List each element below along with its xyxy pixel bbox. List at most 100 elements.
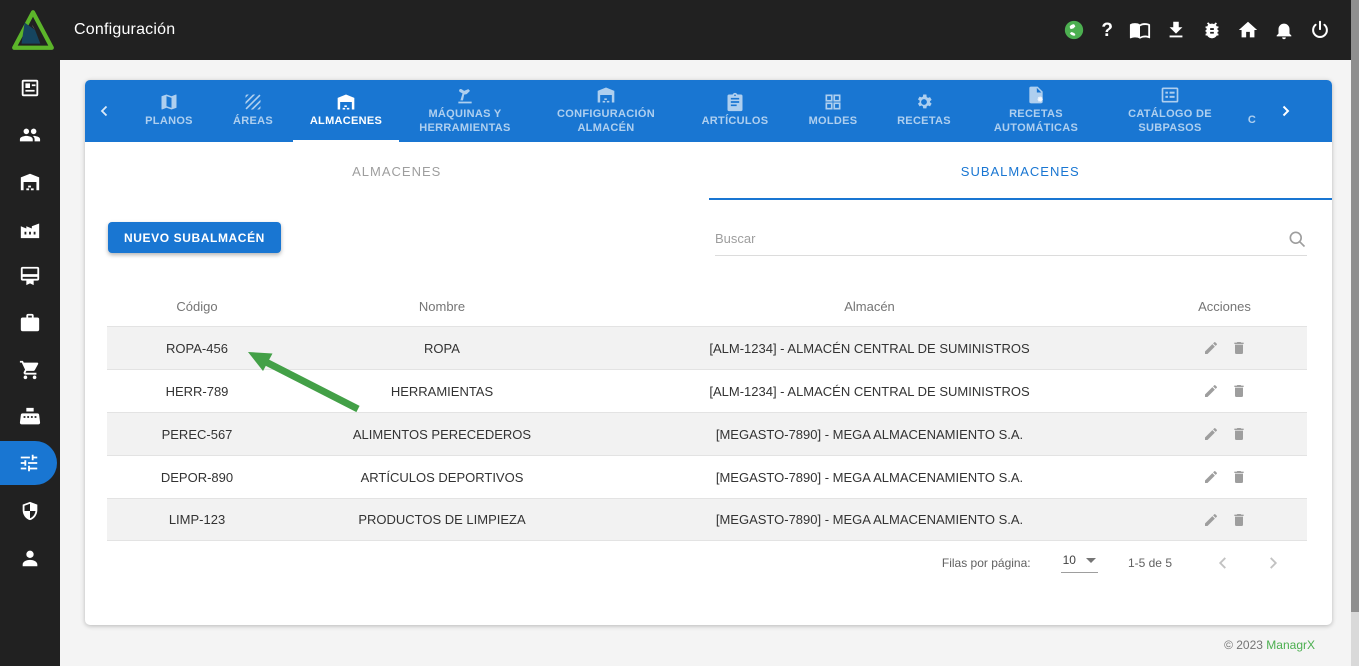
sidebar-item-briefcase[interactable] <box>0 299 60 346</box>
sidebar-item-article[interactable] <box>0 64 60 111</box>
tab-planos[interactable]: PLANOS <box>125 80 213 142</box>
tab-partial[interactable]: C <box>1239 80 1265 142</box>
bug-icon[interactable] <box>1201 19 1223 41</box>
cash-register-icon <box>19 406 41 428</box>
texture-icon <box>243 92 263 112</box>
sidebar-item-profile[interactable] <box>0 534 60 581</box>
list-card-icon <box>1160 85 1180 105</box>
globe-icon[interactable] <box>1063 19 1085 41</box>
chevron-right-icon <box>1262 552 1284 574</box>
chevron-left-icon <box>1212 552 1234 574</box>
home-icon[interactable] <box>1237 19 1259 41</box>
caret-down-icon <box>1086 558 1096 563</box>
tab-catalogo-subpasos[interactable]: CATÁLOGO DE SUBPASOS <box>1101 80 1239 142</box>
cell-almacen: [MEGASTO-7890] - MEGA ALMACENAMIENTO S.A… <box>597 470 1142 485</box>
sidebar-item-cart[interactable] <box>0 346 60 393</box>
tab-maquinas-herramientas[interactable]: MÁQUINAS Y HERRAMIENTAS <box>399 80 531 142</box>
cell-nombre: ALIMENTOS PERECEDEROS <box>287 427 597 442</box>
help-icon[interactable]: ? <box>1099 21 1115 40</box>
tab-moldes[interactable]: MOLDES <box>789 80 877 142</box>
cell-nombre: ROPA <box>287 341 597 356</box>
tab-recetas-automaticas[interactable]: RECETAS AUTOMÁTICAS <box>971 80 1101 142</box>
delete-icon[interactable] <box>1231 512 1247 528</box>
edit-icon[interactable] <box>1203 512 1219 528</box>
person-icon <box>19 547 41 569</box>
notifications-icon[interactable] <box>1273 19 1295 41</box>
sidebar-item-certificate[interactable] <box>0 252 60 299</box>
new-subwarehouse-button[interactable]: NUEVO SUBALMACÉN <box>108 222 281 253</box>
edit-icon[interactable] <box>1203 383 1219 399</box>
tab-almacenes[interactable]: ALMACENES <box>293 80 399 142</box>
sidebar-item-users[interactable] <box>0 111 60 158</box>
edit-icon[interactable] <box>1203 340 1219 356</box>
header-almacen: Almacén <box>597 299 1142 314</box>
briefcase-icon <box>19 312 41 334</box>
search-icon[interactable] <box>1287 229 1307 249</box>
tab-recetas[interactable]: RECETAS <box>877 80 971 142</box>
tab-areas[interactable]: ÁREAS <box>213 80 293 142</box>
pagination-range: 1-5 de 5 <box>1128 556 1172 570</box>
brand-link[interactable]: ManagrX <box>1266 638 1315 652</box>
article-icon <box>19 77 41 99</box>
cell-almacen: [ALM-1234] - ALMACÉN CENTRAL DE SUMINIST… <box>597 384 1142 399</box>
page-title: Configuración <box>74 21 175 39</box>
file-gear-icon <box>1026 85 1046 105</box>
power-icon[interactable] <box>1309 19 1331 41</box>
robot-arm-icon <box>455 85 475 105</box>
sidebar-item-warehouse[interactable] <box>0 158 60 205</box>
scrollbar-thumb[interactable] <box>1351 0 1359 612</box>
delete-icon[interactable] <box>1231 469 1247 485</box>
cell-codigo: LIMP-123 <box>107 512 287 527</box>
edit-icon[interactable] <box>1203 426 1219 442</box>
main-card: PLANOS ÁREAS ALMACENES MÁQUINAS Y HERRAM… <box>85 80 1332 625</box>
users-icon <box>19 124 41 146</box>
sidebar-item-cash-register[interactable] <box>0 393 60 440</box>
edit-icon[interactable] <box>1203 469 1219 485</box>
delete-icon[interactable] <box>1231 340 1247 356</box>
table-row[interactable]: PEREC-567 ALIMENTOS PERECEDEROS [MEGASTO… <box>107 412 1307 455</box>
search-field <box>715 222 1307 256</box>
rows-per-page-label: Filas por página: <box>942 556 1031 570</box>
next-page-button[interactable] <box>1262 552 1284 574</box>
cell-codigo: HERR-789 <box>107 384 287 399</box>
sidebar <box>0 60 60 666</box>
grid-icon <box>823 92 843 112</box>
cell-codigo: DEPOR-890 <box>107 470 287 485</box>
tabs-scroll-left-button[interactable] <box>85 80 125 142</box>
header-acciones: Acciones <box>1142 299 1307 314</box>
sidebar-item-security[interactable] <box>0 487 60 534</box>
table-row[interactable]: LIMP-123 PRODUCTOS DE LIMPIEZA [MEGASTO-… <box>107 498 1307 541</box>
cell-almacen: [MEGASTO-7890] - MEGA ALMACENAMIENTO S.A… <box>597 512 1142 527</box>
rows-per-page-select[interactable]: 10 <box>1061 553 1098 573</box>
warehouse-icon <box>19 171 41 193</box>
app-logo[interactable] <box>10 7 56 53</box>
search-input[interactable] <box>715 231 1287 246</box>
footer: © 2023 ManagrX <box>1224 638 1315 652</box>
delete-icon[interactable] <box>1231 426 1247 442</box>
subtab-subalmacenes[interactable]: SUBALMACENES <box>709 142 1333 200</box>
table-row[interactable]: DEPOR-890 ARTÍCULOS DEPORTIVOS [MEGASTO-… <box>107 455 1307 498</box>
table-row[interactable]: ROPA-456 ROPA [ALM-1234] - ALMACÉN CENTR… <box>107 326 1307 369</box>
top-bar: Configuración ? <box>0 0 1359 60</box>
scrollbar[interactable] <box>1351 0 1359 666</box>
cell-almacen: [ALM-1234] - ALMACÉN CENTRAL DE SUMINIST… <box>597 341 1142 356</box>
book-icon[interactable] <box>1129 19 1151 41</box>
subtab-bar: ALMACENES SUBALMACENES <box>85 142 1332 200</box>
tab-articulos[interactable]: ARTÍCULOS <box>681 80 789 142</box>
sidebar-item-factory[interactable] <box>0 205 60 252</box>
tab-configuracion-almacen[interactable]: CONFIGURACIÓN ALMACÉN <box>531 80 681 142</box>
header-nombre: Nombre <box>287 299 597 314</box>
pagination: Filas por página: 10 1-5 de 5 <box>942 552 1284 574</box>
delete-icon[interactable] <box>1231 383 1247 399</box>
prev-page-button[interactable] <box>1212 552 1234 574</box>
download-icon[interactable] <box>1165 19 1187 41</box>
sidebar-item-settings[interactable] <box>0 441 57 485</box>
table-row[interactable]: HERR-789 HERRAMIENTAS [ALM-1234] - ALMAC… <box>107 369 1307 412</box>
warehouse-icon <box>596 85 616 105</box>
certificate-icon <box>19 265 41 287</box>
subtab-almacenes[interactable]: ALMACENES <box>85 142 709 200</box>
tabs-scroll-right-button[interactable] <box>1265 80 1305 142</box>
factory-icon <box>19 218 41 240</box>
cell-almacen: [MEGASTO-7890] - MEGA ALMACENAMIENTO S.A… <box>597 427 1142 442</box>
chevron-left-icon <box>96 102 114 120</box>
